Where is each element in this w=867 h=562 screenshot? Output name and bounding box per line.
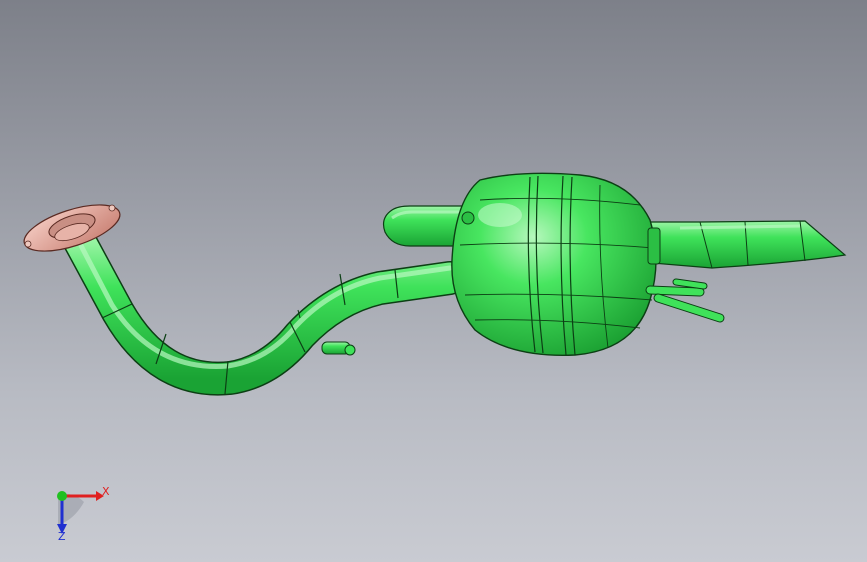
graphics-viewport[interactable]: X Z [0, 0, 867, 562]
muffler[interactable] [451, 172, 657, 356]
x-axis-label: X [102, 485, 110, 498]
exhaust-model[interactable] [0, 0, 867, 562]
inlet-pipe[interactable] [61, 221, 467, 396]
triad-axes-icon [57, 491, 104, 534]
outlet-tailpipe[interactable] [639, 220, 847, 269]
z-axis-label: Z [58, 530, 66, 543]
coordinate-triad: X Z [44, 480, 124, 550]
